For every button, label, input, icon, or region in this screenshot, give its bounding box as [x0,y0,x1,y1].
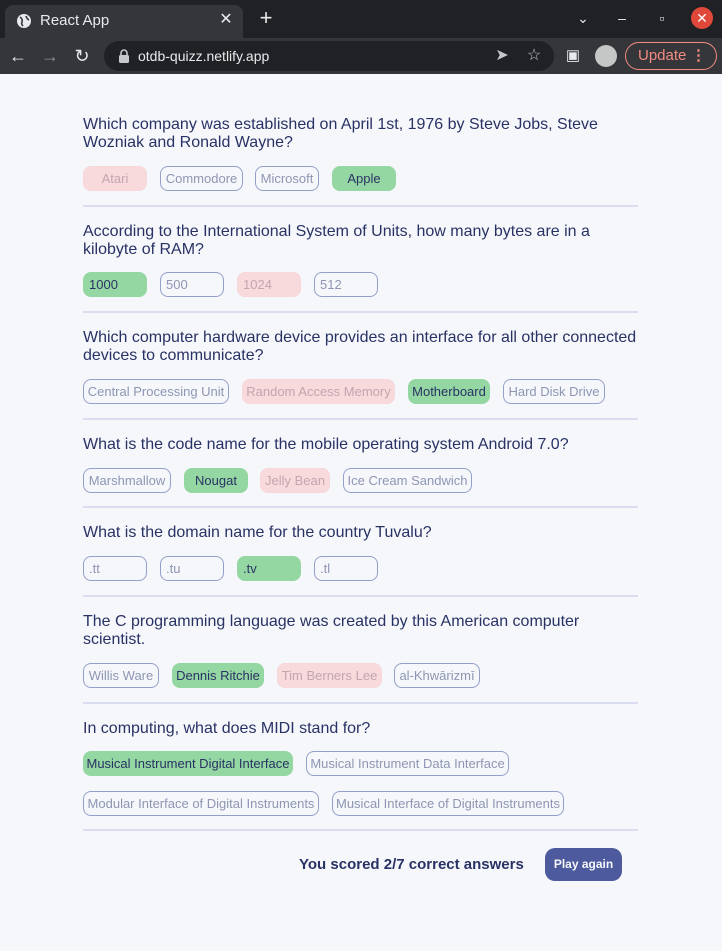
answer-option[interactable]: .tt [83,556,147,581]
question-block: What is the code name for the mobile ope… [83,436,638,493]
lock-icon [119,49,129,63]
divider [83,595,638,597]
answer-option[interactable]: 500 [160,272,224,297]
answer-option[interactable]: Atari [83,166,147,191]
forward-icon[interactable]: → [39,45,61,67]
divider [83,205,638,207]
update-button[interactable]: Update ⋮ [625,42,717,70]
answer-option[interactable]: Motherboard [408,379,490,404]
answer-option[interactable]: Central Processing Unit [83,379,229,404]
play-again-button[interactable]: Play again [545,848,622,881]
minimize-icon[interactable]: – [612,8,632,28]
reload-icon[interactable]: ↻ [71,45,93,67]
answer-option[interactable]: Tim Berners Lee [277,663,382,688]
tab-search-icon[interactable]: ⌄ [573,8,593,28]
answer-option[interactable]: Microsoft [255,166,319,191]
answer-option[interactable]: Nougat [184,468,248,493]
new-tab-icon[interactable]: + [256,7,276,29]
browser-tab[interactable]: React App ✕ [5,5,243,38]
globe-icon [17,14,31,28]
answer-option[interactable]: .tv [237,556,301,581]
answer-option[interactable]: Commodore [160,166,243,191]
question-text: What is the domain name for the country … [83,524,432,541]
answer-option[interactable]: Random Access Memory [242,379,395,404]
divider [83,829,638,831]
question-text: In computing, what does MIDI stand for? [83,720,371,737]
back-icon[interactable]: ← [7,45,29,67]
answer-option[interactable]: .tl [314,556,378,581]
tab-title: React App [40,12,110,29]
answer-option[interactable]: 1000 [83,272,147,297]
divider [83,418,638,420]
answer-option[interactable]: 1024 [237,272,301,297]
maximize-icon[interactable]: ▫ [652,8,672,28]
answer-option[interactable]: Ice Cream Sandwich [343,468,472,493]
answer-option[interactable]: Modular Interface of Digital Instruments [83,791,319,816]
answer-option[interactable]: Musical Interface of Digital Instruments [332,791,564,816]
bookmark-star-icon[interactable]: ☆ [524,46,544,66]
address-bar[interactable]: otdb-quizz.netlify.app ➤ ☆ [104,41,554,71]
question-block: The C programming language was created b… [83,613,638,688]
answer-option[interactable]: Jelly Bean [260,468,330,493]
send-icon[interactable]: ➤ [492,46,512,66]
divider [83,702,638,704]
answer-option[interactable]: Hard Disk Drive [503,379,605,404]
update-label: Update [638,47,687,64]
quiz-page: Which company was established on April 1… [0,74,722,951]
url-text: otdb-quizz.netlify.app [138,48,270,64]
answer-option[interactable]: Marshmallow [83,468,171,493]
profile-avatar-icon[interactable] [595,45,617,67]
question-text: According to the International System of… [83,223,590,258]
answer-option[interactable]: al-Khwārizmī [394,663,480,688]
answer-option[interactable]: Musical Instrument Data Interface [306,751,509,776]
answer-option[interactable]: Musical Instrument Digital Interface [83,751,293,776]
question-text: The C programming language was created b… [83,613,580,648]
score-text: You scored 2/7 correct answers [299,856,524,873]
question-block: Which computer hardware device provides … [83,329,638,404]
question-block: In computing, what does MIDI stand for? … [83,720,638,816]
answer-option[interactable]: Apple [332,166,396,191]
question-block: What is the domain name for the country … [83,524,638,581]
divider [83,506,638,508]
divider [83,311,638,313]
browser-tab-bar: React App ✕ + ⌄ – ▫ ✕ [0,0,722,38]
answer-option[interactable]: .tu [160,556,224,581]
side-panel-icon[interactable]: ▣ [562,45,584,67]
question-text: Which computer hardware device provides … [83,329,637,364]
window-close-icon[interactable]: ✕ [691,7,713,29]
answer-option[interactable]: Dennis Ritchie [172,663,264,688]
question-block: According to the International System of… [83,223,638,297]
question-block: Which company was established on April 1… [83,116,638,191]
question-text: Which company was established on April 1… [83,116,598,151]
tab-close-icon[interactable]: ✕ [217,11,235,29]
answer-option[interactable]: 512 [314,272,378,297]
question-text: What is the code name for the mobile ope… [83,436,569,453]
more-menu-icon[interactable]: ⋮ [691,43,706,69]
browser-toolbar: ← → ↻ otdb-quizz.netlify.app ➤ ☆ ▣ Updat… [0,38,722,74]
answer-option[interactable]: Willis Ware [83,663,159,688]
